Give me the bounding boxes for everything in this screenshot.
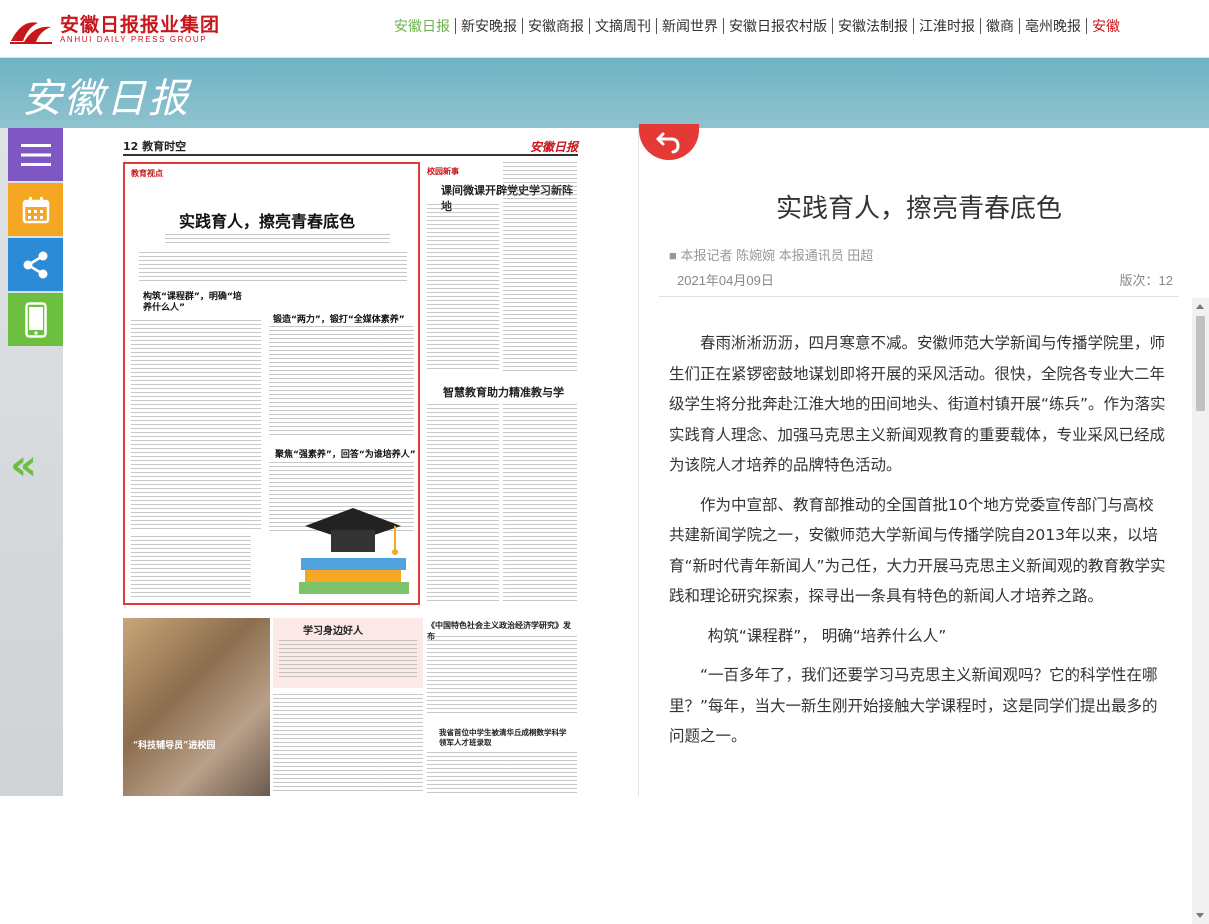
logo-english: ANHUI DAILY PRESS GROUP xyxy=(60,35,208,44)
newspaper-page-body: 12 教育时空 安徽日报 教育视点 实践育人，擦亮青春底色 构筑“课程群”，明确… xyxy=(123,138,578,796)
article-subheading: 构筑“课程群”， 明确“培养什么人” xyxy=(707,626,947,645)
col2-article-title-2[interactable]: 智慧教育助力精准教与学 xyxy=(443,384,564,400)
scroll-down-arrow-icon[interactable] xyxy=(1196,913,1204,918)
scroll-up-arrow-icon[interactable] xyxy=(1196,304,1204,309)
highlighted-article-area[interactable]: 教育视点 实践育人，擦亮青春底色 构筑“课程群”，明确“培养什么人” 锻造“两力… xyxy=(123,162,420,605)
share-icon xyxy=(23,251,47,278)
calendar-button[interactable] xyxy=(8,183,63,236)
calendar-icon xyxy=(22,196,49,223)
logo-mark-icon xyxy=(8,15,54,45)
article-date: 2021年04月09日 xyxy=(677,273,774,288)
col2-tag: 校园新事 xyxy=(427,167,459,176)
menu-icon xyxy=(20,143,51,166)
article-paragraph: 作为中宣部、教育部推动的全国首批10个地方党委宣传部门与高校共建新闻学院之一，安… xyxy=(669,495,1166,606)
nav-news-world[interactable]: 新闻世界 xyxy=(657,18,724,34)
nav-bozhou-evening[interactable]: 亳州晚报 xyxy=(1020,18,1087,34)
logo[interactable]: 安徽日报报业集团 ANHUI DAILY PRESS GROUP xyxy=(8,12,220,48)
page-number: 12 教育时空 xyxy=(123,140,187,153)
nav-anhui-business[interactable]: 安徽商报 xyxy=(523,18,590,34)
lower-article-title-2: “科技辅导员”进校园 xyxy=(133,741,216,751)
share-button[interactable] xyxy=(8,238,63,291)
logo-name: 安徽日报报业集团 xyxy=(60,14,221,36)
article-reader: 实践育人，擦亮青春底色 ■ 本报记者 陈婉婉 本报通讯员 田超 2021年04月… xyxy=(638,124,1209,924)
nav-anhui-legal[interactable]: 安徽法制报 xyxy=(833,18,914,34)
article-page: 版次：12 xyxy=(1119,273,1173,288)
newspaper-page: 12 教育时空 安徽日报 教育视点 实践育人，擦亮青春底色 构筑“课程群”，明确… xyxy=(63,128,638,796)
return-button[interactable] xyxy=(639,124,699,160)
nav-huishang[interactable]: 徽商 xyxy=(981,18,1020,34)
graduation-books-illustration xyxy=(299,508,409,594)
article-title: 实践育人，擦亮青春底色 xyxy=(775,194,1062,224)
masthead-title: 安徽日报 xyxy=(22,76,190,122)
subhead-literacy: 聚焦“强素养”，回答“为谁培养人” xyxy=(275,450,416,460)
page-masthead: 安徽日报 xyxy=(529,140,578,154)
lower-article-box[interactable]: 学习身边好人 xyxy=(273,618,423,688)
scrollbar-thumb[interactable] xyxy=(1196,316,1205,411)
photo-good-people[interactable] xyxy=(123,618,270,796)
article-paragraph: “一百多年了，我们还要学习马克思主义新闻观吗？它的科学性在哪里？”每年，当大一新… xyxy=(669,666,1158,745)
subhead-curriculum: 构筑“课程群”，明确“培养什么人” xyxy=(143,292,242,313)
nav-digest-weekly[interactable]: 文摘周刊 xyxy=(590,18,657,34)
menu-button[interactable] xyxy=(8,128,63,181)
nav-bar: 安徽日报 新安晚报 安徽商报 文摘周刊 新闻世界 安徽日报农村版 安徽法制报 江… xyxy=(394,18,1125,34)
mobile-button[interactable] xyxy=(8,293,63,346)
nav-anhui-rural[interactable]: 安徽日报农村版 xyxy=(724,18,833,34)
article-author: ■ 本报记者 陈婉婉 本报通讯员 田超 xyxy=(669,248,874,263)
lower-article-title-1: 学习身边好人 xyxy=(303,626,363,637)
nav-jianghuai-times[interactable]: 江淮时报 xyxy=(914,18,981,34)
article-paragraph: 春雨淅淅沥沥，四月寒意不减。安徽师范大学新闻与传播学院里，师生们正在紧锣密鼓地谋… xyxy=(669,334,1166,474)
article-scrollbar[interactable] xyxy=(1192,298,1209,924)
section-tag: 教育视点 xyxy=(131,169,163,178)
double-chevron-left-icon[interactable]: « xyxy=(10,440,37,489)
subhead-two-forces: 锻造“两力”，锻打“全媒体素养” xyxy=(273,315,405,325)
article-body: 春雨淅淅沥沥，四月寒意不减。安徽师范大学新闻与传播学院里，师生们正在紧锣密鼓地谋… xyxy=(669,328,1169,761)
mobile-icon xyxy=(24,301,47,338)
highlighted-article-title: 实践育人，擦亮青春底色 xyxy=(179,212,356,231)
return-arrow-icon xyxy=(656,132,680,154)
masthead-band: 安徽日报 xyxy=(0,58,1209,128)
nav-anhui-daily[interactable]: 安徽日报 xyxy=(394,18,456,34)
lower-article-title-4[interactable]: 我省首位中学生被清华丘成桐数学科学领军人才班录取 xyxy=(439,728,569,748)
nav-anhui-more[interactable]: 安徽 xyxy=(1087,18,1125,34)
top-bar: 安徽日报报业集团 ANHUI DAILY PRESS GROUP 安徽日报 新安… xyxy=(0,0,1209,58)
nav-xinan-evening[interactable]: 新安晚报 xyxy=(456,18,523,34)
